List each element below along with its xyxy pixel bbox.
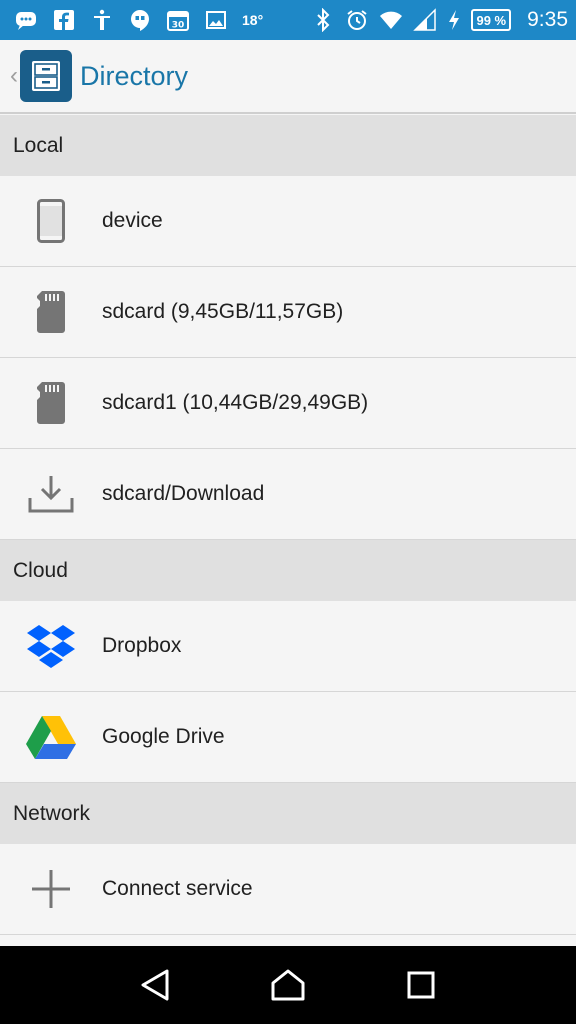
wifi-icon (379, 8, 403, 32)
phone-icon (0, 176, 102, 267)
directory-list: Local device sdcard (9,45GB/11,57GB) sdc… (0, 115, 576, 935)
list-item-device[interactable]: device (0, 176, 576, 267)
notification-icons: 30 18° (14, 8, 311, 32)
list-item-label: Connect service (102, 877, 253, 900)
recent-apps-icon[interactable] (397, 961, 445, 1009)
charging-icon (447, 8, 461, 32)
app-logo-icon[interactable] (20, 50, 72, 102)
svg-text:30: 30 (172, 21, 185, 31)
system-navigation-bar (0, 946, 576, 1024)
list-item-google-drive[interactable]: Google Drive (0, 692, 576, 783)
app-bar: ‹ Directory (0, 40, 576, 114)
list-item-download[interactable]: sdcard/Download (0, 449, 576, 540)
system-icons: 99 % 9:35 (311, 8, 568, 32)
calendar-icon: 30 (166, 8, 190, 32)
sdcard-icon (0, 358, 102, 449)
image-icon (204, 8, 228, 32)
section-header-cloud: Cloud (0, 540, 576, 601)
clock: 9:35 (527, 8, 568, 31)
dropbox-icon (0, 601, 102, 692)
back-chevron-icon[interactable]: ‹ (0, 62, 18, 90)
status-bar: 30 18° 99 % 9:35 (0, 0, 576, 40)
bluetooth-icon (311, 8, 335, 32)
list-item-label: sdcard1 (10,44GB/29,49GB) (102, 391, 369, 414)
page-title: Directory (80, 60, 189, 91)
list-item-connect-service[interactable]: Connect service (0, 844, 576, 935)
accessibility-icon (90, 8, 114, 32)
section-header-local: Local (0, 115, 576, 176)
list-item-label: sdcard/Download (102, 482, 265, 505)
list-item-label: sdcard (9,45GB/11,57GB) (102, 300, 344, 323)
list-item-label: Google Drive (102, 725, 225, 748)
temperature: 18° (242, 12, 264, 28)
list-item-dropbox[interactable]: Dropbox (0, 601, 576, 692)
back-icon[interactable] (131, 961, 179, 1009)
list-item-label: device (102, 209, 163, 232)
list-item-sdcard1[interactable]: sdcard1 (10,44GB/29,49GB) (0, 358, 576, 449)
battery-indicator: 99 % (471, 9, 512, 31)
hangouts-icon (128, 8, 152, 32)
chat-icon (14, 8, 38, 32)
home-icon[interactable] (264, 961, 312, 1009)
google-drive-icon (0, 692, 102, 783)
facebook-icon (52, 8, 76, 32)
sdcard-icon (0, 267, 102, 358)
plus-icon (0, 844, 102, 935)
alarm-icon (345, 8, 369, 32)
download-icon (0, 449, 102, 540)
list-item-label: Dropbox (102, 634, 182, 657)
signal-icon (413, 8, 437, 32)
list-item-sdcard[interactable]: sdcard (9,45GB/11,57GB) (0, 267, 576, 358)
section-header-network: Network (0, 783, 576, 844)
